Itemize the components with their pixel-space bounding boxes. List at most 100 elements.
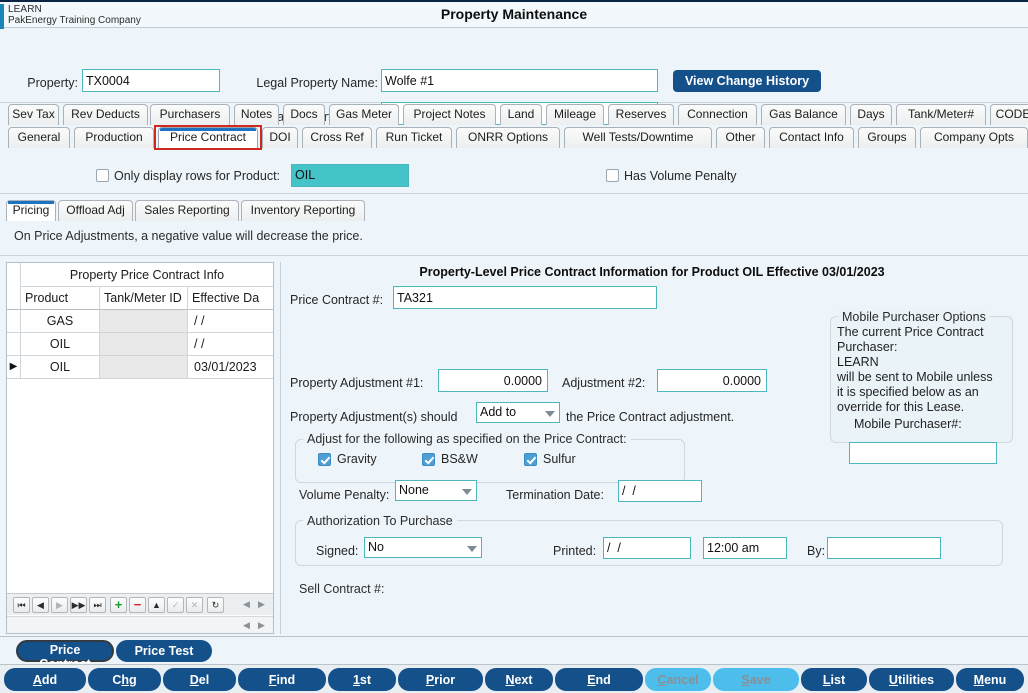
prior-record-button[interactable]: ◀ (32, 597, 49, 613)
gravity-label: Gravity (337, 452, 377, 466)
cancel-edit-button[interactable]: ✕ (186, 597, 203, 613)
signed-select[interactable]: No (364, 537, 482, 558)
grid-horizontal-scrollbar[interactable]: ◀ ▶ (7, 616, 273, 633)
action-chg-button[interactable]: Chg (88, 668, 161, 691)
printed-by-input[interactable] (827, 537, 941, 559)
volume-penalty-select[interactable]: None (395, 480, 477, 501)
tab-docs[interactable]: Docs (283, 104, 325, 125)
tab-mileage[interactable]: Mileage (546, 104, 604, 125)
table-row[interactable]: ▶ OIL 03/01/2023 (7, 356, 273, 379)
tab-purchasers[interactable]: Purchasers (150, 104, 230, 125)
price-contract-number-input[interactable] (393, 286, 657, 309)
tab-connection[interactable]: Connection (678, 104, 757, 125)
tab-tank-meter[interactable]: Tank/Meter# (896, 104, 986, 125)
tab-doi[interactable]: DOI (262, 127, 298, 148)
tab-groups[interactable]: Groups (858, 127, 916, 148)
tab-company-opts[interactable]: Company Opts (920, 127, 1028, 148)
adjustment-2-input[interactable] (657, 369, 767, 392)
product-filter-value[interactable]: OIL (291, 164, 409, 187)
tab-onrr-options[interactable]: ONRR Options (456, 127, 560, 148)
tab-other[interactable]: Other (716, 127, 765, 148)
first-record-button[interactable]: ⏮ (13, 597, 30, 613)
action-del-button[interactable]: Del (163, 668, 236, 691)
delete-record-button[interactable]: − (129, 597, 146, 613)
tab-rev-deducts[interactable]: Rev Deducts (63, 104, 148, 125)
scroll-left-arrow-icon[interactable]: ◀ (241, 620, 252, 631)
tab-gas-meter[interactable]: Gas Meter (329, 104, 399, 125)
grid-column-header-product[interactable]: Product (20, 287, 99, 310)
tab-well-tests-downtime[interactable]: Well Tests/Downtime (564, 127, 712, 148)
table-row[interactable]: OIL / / (7, 333, 273, 356)
tab-contact-info[interactable]: Contact Info (769, 127, 854, 148)
action-add-button[interactable]: Add (4, 668, 86, 691)
table-row[interactable]: GAS / / (7, 310, 273, 333)
row-selector[interactable] (7, 310, 20, 333)
tab-land[interactable]: Land (500, 104, 542, 125)
add-record-button[interactable]: + (110, 597, 127, 613)
property-input[interactable] (82, 69, 220, 92)
tab-price-contract[interactable]: Price Contract (158, 127, 258, 148)
termination-date-input[interactable] (618, 480, 702, 502)
tab-gas-balance[interactable]: Gas Balance (761, 104, 846, 125)
row-selector[interactable] (7, 333, 20, 356)
cell-product[interactable]: GAS (20, 310, 99, 333)
legal-property-name-input[interactable] (381, 69, 658, 92)
bottom-tab-price-test[interactable]: Price Test (116, 640, 212, 662)
tab-general[interactable]: General (8, 127, 70, 148)
next-record-button[interactable]: ▶ (51, 597, 68, 613)
tab-sev-tax[interactable]: Sev Tax (8, 104, 59, 125)
cell-product[interactable]: OIL (20, 356, 99, 379)
grid-page-right-icon[interactable]: ▶ (256, 599, 267, 610)
cell-product[interactable]: OIL (20, 333, 99, 356)
tab-project-notes[interactable]: Project Notes (403, 104, 496, 125)
post-edit-button[interactable]: ✓ (167, 597, 184, 613)
last-record-button[interactable]: ⏭ (89, 597, 106, 613)
row-selector[interactable]: ▶ (7, 356, 20, 379)
tab-run-ticket[interactable]: Run Ticket (376, 127, 452, 148)
adjustment-mode-select[interactable]: Add to (476, 402, 560, 423)
scroll-right-arrow-icon[interactable]: ▶ (256, 620, 267, 631)
sulfur-checkbox[interactable] (524, 453, 537, 466)
subtab-pricing[interactable]: Pricing (6, 200, 56, 221)
action-menu-button[interactable]: Menu (956, 668, 1024, 691)
page-next-button[interactable]: ▶▶ (70, 597, 87, 613)
cell-effective-date[interactable]: 03/01/2023 (187, 356, 273, 379)
grid-page-left-icon[interactable]: ◀ (241, 599, 252, 610)
action-list-button[interactable]: List (801, 668, 867, 691)
cell-tank-meter-id[interactable] (99, 356, 187, 379)
view-change-history-button[interactable]: View Change History (673, 70, 821, 92)
cell-effective-date[interactable]: / / (187, 333, 273, 356)
mobile-purchaser-number-input[interactable] (849, 442, 997, 464)
action-utilities-button[interactable]: Utilities (869, 668, 954, 691)
cell-tank-meter-id[interactable] (99, 333, 187, 356)
cell-tank-meter-id[interactable] (99, 310, 187, 333)
grid-column-header-tank-meter-id[interactable]: Tank/Meter ID (99, 287, 187, 310)
edit-record-button[interactable]: ▲ (148, 597, 165, 613)
printed-date-input[interactable] (603, 537, 691, 559)
tab-code[interactable]: CODE (990, 104, 1028, 125)
tab-production[interactable]: Production (74, 127, 154, 148)
tab-days[interactable]: Days (850, 104, 892, 125)
action-find-button[interactable]: Find (238, 668, 326, 691)
subtab-inventory-reporting[interactable]: Inventory Reporting (241, 200, 365, 221)
bsw-checkbox[interactable] (422, 453, 435, 466)
action-1st-button[interactable]: 1st (328, 668, 396, 691)
price-contract-grid[interactable]: Property Price Contract Info Product Tank/… (7, 263, 273, 611)
action-end-button[interactable]: End (555, 668, 643, 691)
subtab-offload-adj[interactable]: Offload Adj (58, 200, 133, 221)
only-display-rows-checkbox[interactable] (96, 169, 109, 182)
cell-effective-date[interactable]: / / (187, 310, 273, 333)
property-adjustment-1-input[interactable] (438, 369, 548, 392)
tab-notes[interactable]: Notes (234, 104, 279, 125)
subtab-sales-reporting[interactable]: Sales Reporting (135, 200, 239, 221)
gravity-checkbox[interactable] (318, 453, 331, 466)
action-next-button[interactable]: Next (485, 668, 553, 691)
action-prior-button[interactable]: Prior (398, 668, 483, 691)
printed-time-input[interactable] (703, 537, 787, 559)
tab-cross-ref[interactable]: Cross Ref (302, 127, 372, 148)
bottom-tab-price-contract[interactable]: Price Contract (16, 640, 114, 671)
grid-column-header-effective-date[interactable]: Effective Da (187, 287, 273, 310)
has-volume-penalty-checkbox[interactable] (606, 169, 619, 182)
refresh-button[interactable]: ↻ (207, 597, 224, 613)
tab-reserves[interactable]: Reserves (608, 104, 674, 125)
